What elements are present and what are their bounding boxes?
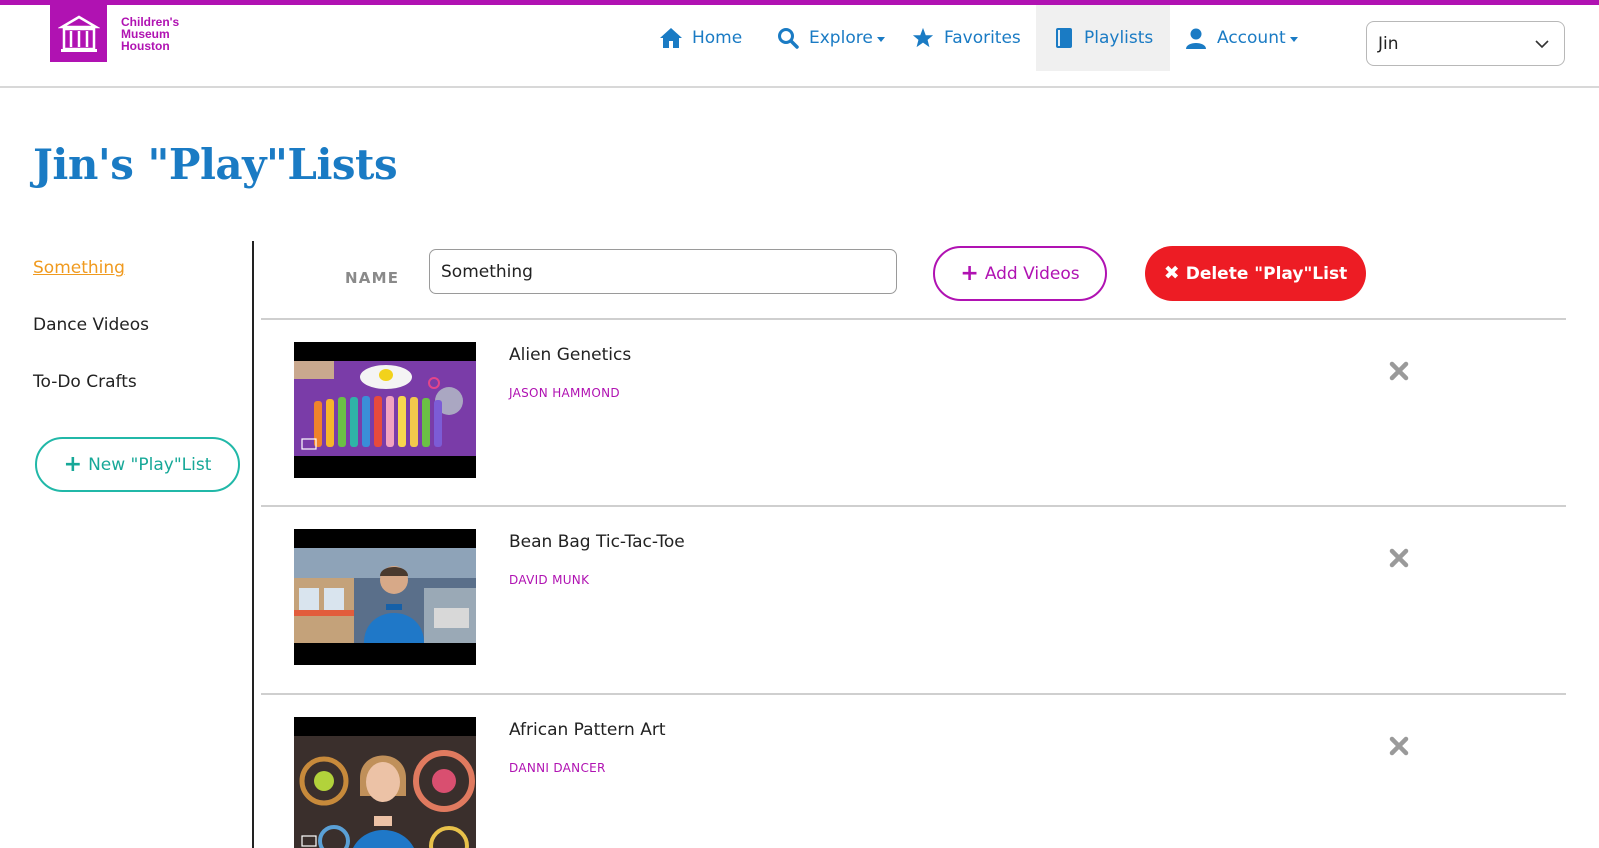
museum-name: Children's Museum Houston <box>121 16 179 52</box>
nav-account[interactable]: Account <box>1185 5 1298 71</box>
sidebar-item-dance-videos[interactable]: Dance Videos <box>33 315 149 335</box>
video-thumbnail-image <box>294 736 476 848</box>
video-author: JASON HAMMOND <box>509 386 620 400</box>
new-playlist-button[interactable]: + New "Play"List <box>35 437 240 492</box>
nav-label: Favorites <box>944 28 1021 48</box>
search-icon <box>778 28 799 49</box>
video-thumbnail-image <box>294 548 476 643</box>
remove-video-icon[interactable] <box>1388 735 1410 757</box>
close-icon: ✖ <box>1163 262 1180 284</box>
video-thumbnail[interactable] <box>294 342 476 478</box>
nav-label: Home <box>692 28 743 48</box>
playlist-name-input[interactable] <box>429 249 897 294</box>
video-author: DANNI DANCER <box>509 761 606 775</box>
chevron-down-icon <box>1289 37 1298 42</box>
nav-explore[interactable]: Explore <box>777 5 885 71</box>
star-icon <box>912 27 934 48</box>
add-videos-button[interactable]: + Add Videos <box>933 246 1107 301</box>
plus-icon: + <box>63 451 83 477</box>
video-title[interactable]: African Pattern Art <box>509 720 666 740</box>
video-row: African Pattern Art DANNI DANCER <box>261 695 1566 848</box>
sidebar-item-todo-crafts[interactable]: To-Do Crafts <box>33 372 137 392</box>
new-playlist-label: New "Play"List <box>88 454 212 475</box>
nav-favorites[interactable]: Favorites <box>912 5 1021 71</box>
delete-playlist-label: Delete "Play"List <box>1185 263 1348 284</box>
nav-label: Playlists <box>1084 28 1154 48</box>
user-select-value: Jin <box>1378 33 1399 54</box>
chevron-down-icon <box>1535 40 1549 49</box>
video-title[interactable]: Alien Genetics <box>509 345 631 365</box>
video-row: Alien Genetics JASON HAMMOND <box>261 320 1566 506</box>
video-thumbnail[interactable] <box>294 717 476 848</box>
user-icon <box>1186 28 1206 49</box>
delete-playlist-button[interactable]: ✖ Delete "Play"List <box>1145 246 1366 301</box>
video-thumbnail-image <box>294 361 476 456</box>
video-thumbnail[interactable] <box>294 529 476 665</box>
book-icon <box>1056 28 1072 48</box>
video-row: Bean Bag Tic-Tac-Toe DAVID MUNK <box>261 507 1566 693</box>
plus-icon: + <box>960 260 979 286</box>
home-icon <box>660 28 682 48</box>
museum-name-line: Houston <box>121 39 170 53</box>
video-author: DAVID MUNK <box>509 573 590 587</box>
nav-label: Account <box>1217 28 1286 48</box>
sidebar-item-something[interactable]: Something <box>33 258 125 278</box>
nav-label: Explore <box>809 28 873 48</box>
page-title: Jin's "Play"Lists <box>33 140 398 189</box>
museum-logo[interactable] <box>50 5 107 62</box>
video-title[interactable]: Bean Bag Tic-Tac-Toe <box>509 532 685 552</box>
museum-building-icon <box>57 15 100 52</box>
chevron-down-icon <box>876 37 885 42</box>
user-select[interactable]: Jin <box>1366 21 1565 66</box>
remove-video-icon[interactable] <box>1388 547 1410 569</box>
name-label: NAME <box>345 269 400 287</box>
sidebar-divider <box>252 241 254 848</box>
remove-video-icon[interactable] <box>1388 360 1410 382</box>
nav-playlists[interactable]: Playlists <box>1036 5 1170 71</box>
site-header: Children's Museum Houston Home Explore F… <box>0 5 1599 88</box>
add-videos-label: Add Videos <box>984 263 1080 284</box>
nav-home[interactable]: Home <box>660 5 742 71</box>
